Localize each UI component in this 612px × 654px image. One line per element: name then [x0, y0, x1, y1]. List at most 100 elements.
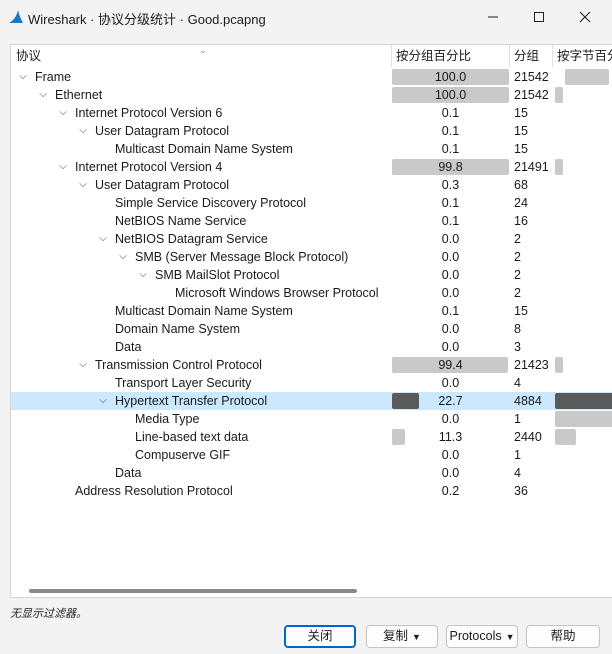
- packets-cell: 15: [510, 303, 552, 319]
- protocols-button[interactable]: Protocols ▼: [446, 625, 518, 648]
- packets-cell: 8: [510, 321, 552, 337]
- expand-chevron-icon[interactable]: ⌵: [57, 104, 69, 122]
- tree-row[interactable]: ⌵ SMB MailSlot Protocol 0.0 2: [11, 266, 612, 284]
- expand-chevron-icon[interactable]: ⌵: [57, 158, 69, 176]
- percent-packets-value: 100.0: [434, 70, 467, 84]
- percent-packets-cell: 0.0: [392, 447, 509, 463]
- percent-packets-cell: 11.3: [392, 429, 509, 445]
- packets-value: 8: [514, 322, 521, 336]
- protocol-name: Multicast Domain Name System: [115, 142, 293, 156]
- percent-packets-value: 0.1: [441, 106, 460, 120]
- percent-packets-cell: 22.7: [392, 393, 509, 409]
- close-window-button[interactable]: [562, 0, 608, 34]
- percent-packets-value: 0.0: [441, 412, 460, 426]
- percent-bytes-cell: [553, 285, 612, 301]
- maximize-icon: [534, 12, 544, 22]
- percent-bytes-cell: [553, 321, 612, 337]
- tree-row[interactable]: ⌵ SMB (Server Message Block Protocol) 0.0 2: [11, 248, 612, 266]
- percent-packets-value: 0.0: [441, 448, 460, 462]
- protocol-hierarchy-tree[interactable]: ⌄ 协议 按分组百分比 分组 按字节百分 ⌵Frame100.021542⌵Et…: [10, 44, 612, 598]
- percent-bytes-bar: [555, 357, 563, 373]
- protocol-name: Address Resolution Protocol: [75, 484, 233, 498]
- column-header-percent-packets[interactable]: 按分组百分比: [391, 45, 509, 67]
- percent-bytes-cell: [553, 465, 612, 481]
- packets-value: 21542: [514, 88, 549, 102]
- tree-row[interactable]: Multicast Domain Name System 0.1 15: [11, 140, 612, 158]
- expand-chevron-icon[interactable]: ⌵: [77, 176, 89, 194]
- packets-value: 24: [514, 196, 528, 210]
- expand-chevron-icon[interactable]: ⌵: [97, 392, 109, 410]
- percent-packets-value: 0.0: [441, 250, 460, 264]
- expand-chevron-icon[interactable]: ⌵: [117, 248, 129, 266]
- percent-bytes-cell: [553, 447, 612, 463]
- tree-row[interactable]: ⌵ Internet Protocol Version 4 99.8 21491: [11, 158, 612, 176]
- tree-row[interactable]: Microsoft Windows Browser Protocol 0.0 2: [11, 284, 612, 302]
- tree-row[interactable]: Multicast Domain Name System 0.1 15: [11, 302, 612, 320]
- copy-button[interactable]: 复制 ▼: [366, 625, 438, 648]
- packets-cell: 16: [510, 213, 552, 229]
- percent-packets-value: 0.0: [441, 376, 460, 390]
- tree-row[interactable]: Data 0.0 4: [11, 464, 612, 482]
- tree-row[interactable]: NetBIOS Name Service 0.1 16: [11, 212, 612, 230]
- tree-row[interactable]: ⌵ NetBIOS Datagram Service 0.0 2: [11, 230, 612, 248]
- column-header-percent-bytes[interactable]: 按字节百分: [552, 45, 612, 67]
- tree-row[interactable]: Compuserve GIF 0.0 1: [11, 446, 612, 464]
- tree-row[interactable]: Transport Layer Security 0.0 4: [11, 374, 612, 392]
- percent-bytes-cell: [553, 123, 612, 139]
- percent-bytes-cell: [553, 159, 612, 175]
- protocol-name: Domain Name System: [115, 322, 241, 336]
- tree-row[interactable]: ⌵ User Datagram Protocol 0.3 68: [11, 176, 612, 194]
- percent-packets-value: 0.0: [441, 286, 460, 300]
- packets-cell: 15: [510, 141, 552, 157]
- tree-row[interactable]: Media Type 0.0 1: [11, 410, 612, 428]
- close-button[interactable]: 关闭: [284, 625, 356, 648]
- packets-cell: 4: [510, 375, 552, 391]
- tree-row[interactable]: Data 0.0 3: [11, 338, 612, 356]
- tree-rows: ⌵ Frame 100.0 21542 ⌵ Ethernet 100.0 21542 ⌵ Inte…: [11, 68, 612, 500]
- percent-bytes-cell: [553, 195, 612, 211]
- percent-packets-value: 0.2: [441, 484, 460, 498]
- tree-row[interactable]: Address Resolution Protocol 0.2 36: [11, 482, 612, 500]
- packets-value: 21542: [514, 70, 549, 84]
- packets-value: 1: [514, 448, 521, 462]
- expand-chevron-icon[interactable]: ⌵: [137, 266, 149, 284]
- percent-packets-cell: 0.0: [392, 285, 509, 301]
- percent-packets-value: 0.1: [441, 196, 460, 210]
- horizontal-scrollbar[interactable]: [29, 589, 357, 593]
- tree-row[interactable]: Domain Name System 0.0 8: [11, 320, 612, 338]
- packets-cell: 1: [510, 447, 552, 463]
- tree-row[interactable]: ⌵ Transmission Control Protocol 99.4 21423: [11, 356, 612, 374]
- tree-row[interactable]: Simple Service Discovery Protocol 0.1 24: [11, 194, 612, 212]
- help-button[interactable]: 帮助: [526, 625, 600, 648]
- tree-row[interactable]: ⌵ Ethernet 100.0 21542: [11, 86, 612, 104]
- expand-chevron-icon[interactable]: ⌵: [97, 230, 109, 248]
- percent-packets-cell: 0.1: [392, 141, 509, 157]
- minimize-button[interactable]: [470, 0, 516, 34]
- column-header-protocol[interactable]: 协议: [11, 45, 391, 67]
- packets-cell: 2: [510, 285, 552, 301]
- percent-bytes-cell: [553, 213, 612, 229]
- expand-chevron-icon[interactable]: ⌵: [17, 68, 29, 86]
- percent-packets-value: 0.0: [441, 322, 460, 336]
- wireshark-fin-icon: [9, 10, 23, 23]
- tree-row[interactable]: ⌵ Frame 100.0 21542: [11, 68, 612, 86]
- expand-chevron-icon[interactable]: ⌵: [37, 86, 49, 104]
- tree-header: ⌄ 协议 按分组百分比 分组 按字节百分: [11, 45, 612, 67]
- tree-row[interactable]: ⌵ Internet Protocol Version 6 0.1 15: [11, 104, 612, 122]
- tree-row[interactable]: ⌵ User Datagram Protocol 0.1 15: [11, 122, 612, 140]
- packets-cell: 2: [510, 231, 552, 247]
- percent-bytes-cell: [553, 141, 612, 157]
- column-header-packets[interactable]: 分组: [509, 45, 552, 67]
- tree-row[interactable]: ⌵ Hypertext Transfer Protocol 22.7 4884: [11, 392, 612, 410]
- tree-row[interactable]: Line-based text data 11.3 2440: [11, 428, 612, 446]
- percent-bytes-cell: [553, 249, 612, 265]
- maximize-button[interactable]: [516, 0, 562, 34]
- packets-value: 15: [514, 106, 528, 120]
- percent-packets-cell: 0.0: [392, 375, 509, 391]
- percent-packets-cell: 0.0: [392, 267, 509, 283]
- percent-bytes-cell: [553, 429, 612, 445]
- expand-chevron-icon[interactable]: ⌵: [77, 122, 89, 140]
- expand-chevron-icon[interactable]: ⌵: [77, 356, 89, 374]
- percent-bytes-cell: [553, 303, 612, 319]
- protocol-name: Data: [115, 466, 142, 480]
